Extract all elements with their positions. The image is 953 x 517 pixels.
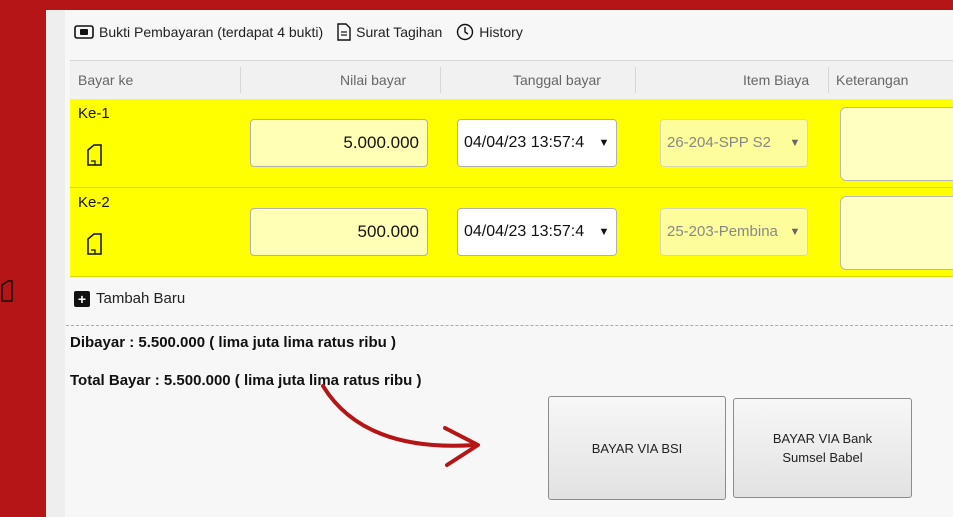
arrow-annotation <box>321 384 480 467</box>
